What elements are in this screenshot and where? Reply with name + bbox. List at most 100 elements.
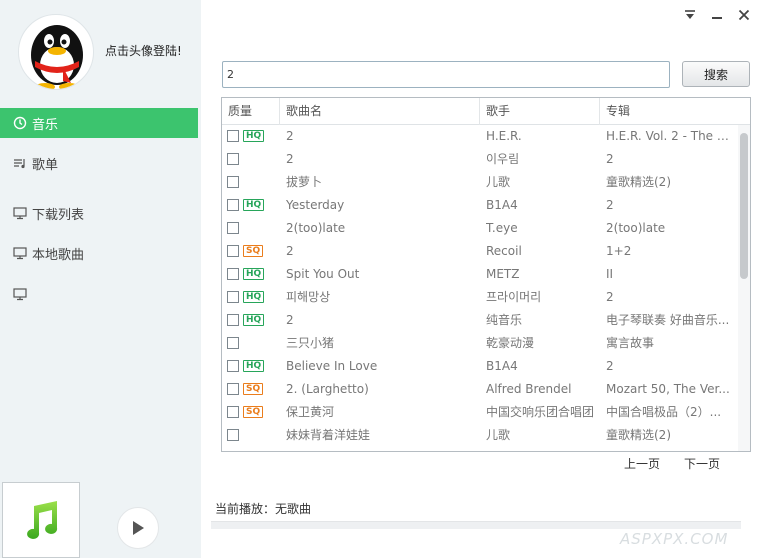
- row-checkbox[interactable]: [227, 222, 239, 234]
- search-button[interactable]: 搜索: [682, 61, 750, 87]
- quality-badge: HQ: [243, 268, 265, 280]
- playlist-icon: [12, 155, 28, 171]
- nav-item-label: 音乐: [32, 117, 59, 133]
- table-row[interactable]: 2(too)late T.eye 2(too)late: [222, 217, 738, 240]
- nav-item-label: 本地歌曲: [32, 247, 85, 263]
- song-artist: 中国交响乐团合唱团: [486, 405, 595, 419]
- table-row[interactable]: 妹妹背着洋娃娃 儿歌 童歌精选(2): [222, 424, 738, 447]
- quality-badge: SQ: [243, 383, 264, 395]
- table-row[interactable]: HQ 피해망상 프라이머리 2: [222, 286, 738, 309]
- prev-page-link[interactable]: 上一页: [624, 455, 660, 472]
- song-album: 童歌精选(2): [606, 175, 671, 189]
- nav-item-music[interactable]: 音乐: [0, 108, 198, 138]
- row-checkbox[interactable]: [227, 199, 239, 211]
- song-artist: B1A4: [486, 198, 518, 212]
- music-note-icon: [27, 501, 58, 539]
- song-album: 1+2: [606, 244, 632, 258]
- table-row[interactable]: 三只小猪 乾豪动漫 寓言故事: [222, 332, 738, 355]
- row-checkbox[interactable]: [227, 406, 239, 418]
- song-artist: 儿歌: [486, 175, 511, 189]
- row-checkbox[interactable]: [227, 130, 239, 142]
- song-title: 피해망상: [286, 290, 331, 304]
- row-checkbox[interactable]: [227, 268, 239, 280]
- table-row[interactable]: 拔萝卜 儿歌 童歌精选(2): [222, 171, 738, 194]
- nav-item-extra[interactable]: [0, 279, 198, 309]
- song-title: Yesterday: [286, 198, 345, 212]
- nav-item-local-songs[interactable]: 本地歌曲: [0, 238, 198, 268]
- table-row[interactable]: HQ 2 纯音乐 电子琴联奏 好曲音乐...: [222, 309, 738, 332]
- row-checkbox[interactable]: [227, 291, 239, 303]
- clock-icon: [12, 115, 28, 131]
- header-album[interactable]: 专辑: [600, 98, 750, 125]
- row-checkbox[interactable]: [227, 360, 239, 372]
- song-artist: T.eye: [486, 221, 518, 235]
- song-album: 寓言故事: [606, 336, 655, 350]
- nav-item-label: 下载列表: [32, 207, 85, 223]
- row-checkbox[interactable]: [227, 383, 239, 395]
- song-artist: 이우림: [486, 152, 520, 166]
- table-row[interactable]: HQ Spit You Out METZ II: [222, 263, 738, 286]
- song-album: 2: [606, 290, 614, 304]
- song-artist: Alfred Brendel: [486, 382, 572, 396]
- minimize-button[interactable]: [708, 6, 726, 24]
- play-icon: [133, 521, 144, 535]
- sidebar: 点击头像登陆! 音乐 歌单 下载列表 本地歌曲: [0, 0, 201, 558]
- scrollbar[interactable]: [738, 125, 750, 451]
- song-title: Spit You Out: [286, 267, 360, 281]
- row-checkbox[interactable]: [227, 314, 239, 326]
- row-checkbox[interactable]: [227, 429, 239, 441]
- song-album: 2(too)late: [606, 221, 666, 235]
- quality-badge: SQ: [243, 406, 264, 418]
- table-row[interactable]: 2 이우림 2: [222, 148, 738, 171]
- song-title: 妹妹背着洋娃娃: [286, 428, 371, 442]
- progress-bar[interactable]: [211, 521, 741, 529]
- monitor-icon: [12, 245, 28, 261]
- header-title[interactable]: 歌曲名: [280, 98, 480, 125]
- minimize-icon: [712, 17, 722, 19]
- avatar[interactable]: [18, 14, 94, 90]
- quality-badge: HQ: [243, 199, 265, 211]
- play-button[interactable]: [117, 507, 159, 549]
- table-row[interactable]: HQ Yesterday B1A4 2: [222, 194, 738, 217]
- now-playing-text: 当前播放：无歌曲: [215, 502, 312, 516]
- next-page-link[interactable]: 下一页: [684, 455, 720, 472]
- nav-item-downloads[interactable]: 下载列表: [0, 198, 198, 228]
- song-artist: H.E.R.: [486, 129, 522, 143]
- table-row[interactable]: SQ 保卫黄河 中国交响乐团合唱团 中国合唱极品（2）...: [222, 401, 738, 424]
- song-artist: METZ: [486, 267, 520, 281]
- quality-badge: HQ: [243, 291, 265, 303]
- login-prompt[interactable]: 点击头像登陆!: [105, 42, 182, 59]
- row-checkbox[interactable]: [227, 153, 239, 165]
- song-album: 电子琴联奏 好曲音乐...: [606, 313, 730, 327]
- song-title: 2: [286, 152, 294, 166]
- song-artist: 프라이머리: [486, 290, 542, 304]
- song-album: 童歌精选(2): [606, 428, 671, 442]
- table-row[interactable]: SQ 2 Recoil 1+2: [222, 240, 738, 263]
- search-input[interactable]: [222, 61, 670, 88]
- nav-item-playlist[interactable]: 歌单: [0, 148, 198, 178]
- row-checkbox[interactable]: [227, 245, 239, 257]
- row-checkbox[interactable]: [227, 337, 239, 349]
- table-row[interactable]: HQ Believe In Love B1A4 2: [222, 355, 738, 378]
- song-title: 2: [286, 313, 294, 327]
- dropdown-menu-button[interactable]: [681, 6, 699, 24]
- quality-badge: SQ: [243, 245, 264, 257]
- table-row[interactable]: SQ 2. (Larghetto) Alfred Brendel Mozart 50,…: [222, 378, 738, 401]
- song-artist: Recoil: [486, 244, 522, 258]
- header-quality[interactable]: 质量: [222, 98, 280, 125]
- qq-penguin-icon: [31, 25, 83, 89]
- scrollbar-thumb[interactable]: [740, 133, 748, 279]
- song-album: Mozart 50, The Ver...: [606, 382, 730, 396]
- close-button[interactable]: [735, 6, 753, 24]
- song-album: II: [606, 267, 614, 281]
- header-artist[interactable]: 歌手: [480, 98, 600, 125]
- row-checkbox[interactable]: [227, 176, 239, 188]
- song-title: 拔萝卜: [286, 175, 323, 189]
- table-row[interactable]: HQ 2 H.E.R. H.E.R. Vol. 2 - The B...: [222, 125, 738, 148]
- quality-badge: HQ: [243, 130, 265, 142]
- song-album: 2: [606, 359, 614, 373]
- table-header: 质量 歌曲名 歌手 专辑: [222, 98, 750, 125]
- quality-badge: HQ: [243, 314, 265, 326]
- song-title: 2: [286, 244, 294, 258]
- song-artist: 儿歌: [486, 428, 511, 442]
